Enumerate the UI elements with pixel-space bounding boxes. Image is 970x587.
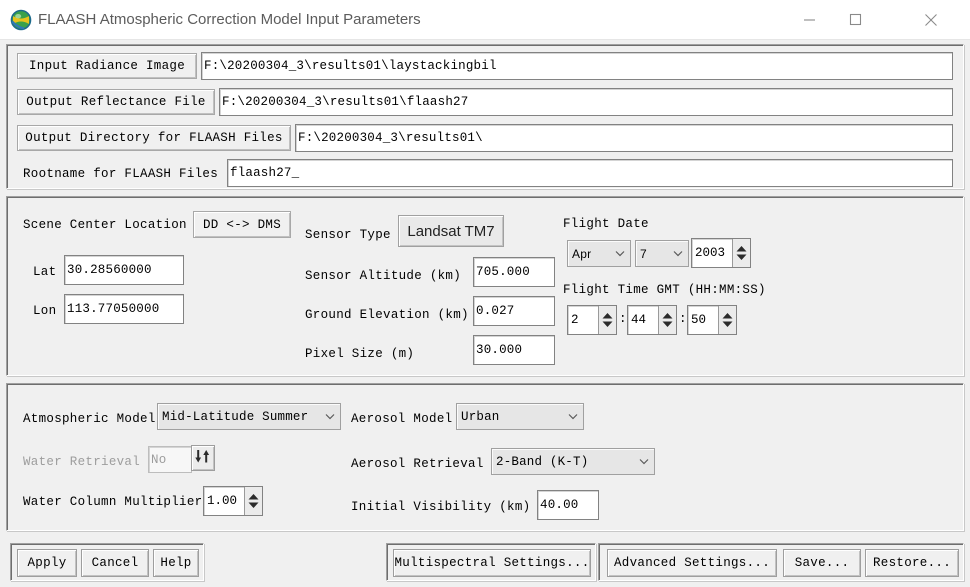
atmospheric-model-dropdown[interactable]: Mid-Latitude Summer — [157, 403, 341, 430]
atmospheric-model-label: Atmospheric Model — [23, 412, 156, 426]
help-button[interactable]: Help — [153, 549, 199, 577]
time-separator-1: : — [619, 312, 627, 326]
advanced-settings-button[interactable]: Advanced Settings... — [607, 549, 777, 577]
ground-elevation-label: Ground Elevation (km) — [305, 308, 469, 322]
water-column-multiplier-label: Water Column Multiplier — [23, 495, 203, 509]
multispectral-settings-button[interactable]: Multispectral Settings... — [393, 549, 591, 577]
aerosol-retrieval-label: Aerosol Retrieval — [351, 457, 484, 471]
initial-visibility-field[interactable]: 40.00 — [537, 490, 599, 520]
window-title: FLAASH Atmospheric Correction Model Inpu… — [38, 11, 421, 28]
chevron-down-icon — [610, 250, 630, 257]
water-retrieval-toggle-button[interactable] — [191, 445, 215, 471]
flight-second-value: 50 — [691, 313, 707, 327]
atmosphere-aerosol-panel: Atmospheric Model Mid-Latitude Summer Wa… — [6, 383, 964, 531]
title-bar: FLAASH Atmospheric Correction Model Inpu… — [0, 0, 970, 40]
lat-label: Lat — [33, 265, 57, 279]
flight-day-dropdown[interactable]: 7 — [635, 240, 689, 267]
aerosol-retrieval-value: 2-Band (K-T) — [496, 454, 589, 469]
flight-date-label: Flight Date — [563, 217, 649, 231]
sensor-altitude-field[interactable]: 705.000 — [473, 257, 555, 287]
lat-field[interactable]: 30.28560000 — [64, 255, 184, 285]
restore-button[interactable]: Restore... — [865, 549, 959, 577]
flight-minute-value: 44 — [631, 313, 647, 327]
sensor-type-label: Sensor Type — [305, 228, 391, 242]
maximize-icon[interactable] — [832, 0, 878, 39]
spinner-up-down-icon[interactable] — [598, 306, 616, 334]
lon-label: Lon — [33, 304, 57, 318]
pixel-size-field[interactable]: 30.000 — [473, 335, 555, 365]
primary-actions-panel: Apply Cancel Help — [10, 543, 204, 581]
atmospheric-model-value: Mid-Latitude Summer — [162, 409, 309, 424]
flaash-globe-icon — [10, 9, 32, 31]
dd-dms-toggle-button[interactable]: DD <-> DMS — [193, 211, 291, 238]
output-reflectance-file-field[interactable]: F:\20200304_3\results01\flaash27 — [219, 88, 953, 116]
lon-field[interactable]: 113.77050000 — [64, 294, 184, 324]
water-column-multiplier-spinner[interactable]: 1.00 — [203, 486, 263, 516]
cancel-button[interactable]: Cancel — [81, 549, 149, 577]
ground-elevation-field[interactable]: 0.027 — [473, 296, 555, 326]
flight-month-value: Apr — [572, 246, 592, 261]
flight-minute-spinner[interactable]: 44 — [627, 305, 677, 335]
initial-visibility-label: Initial Visibility (km) — [351, 500, 531, 514]
spinner-up-down-icon[interactable] — [658, 306, 676, 334]
spinner-up-down-icon[interactable] — [244, 487, 262, 515]
sensor-altitude-label: Sensor Altitude (km) — [305, 269, 462, 283]
scene-center-location-label: Scene Center Location — [23, 218, 187, 232]
flight-month-dropdown[interactable]: Apr — [567, 240, 631, 267]
flight-second-spinner[interactable]: 50 — [687, 305, 737, 335]
water-retrieval-field: No — [148, 446, 192, 473]
multispectral-panel: Multispectral Settings... — [386, 543, 596, 581]
input-radiance-image-button[interactable]: Input Radiance Image — [17, 53, 197, 79]
spinner-up-down-icon[interactable] — [732, 239, 750, 267]
aerosol-model-label: Aerosol Model — [351, 412, 453, 426]
apply-button[interactable]: Apply — [17, 549, 77, 577]
time-separator-2: : — [679, 312, 687, 326]
water-retrieval-label: Water Retrieval — [23, 455, 141, 469]
chevron-down-icon — [320, 413, 340, 420]
water-column-multiplier-value: 1.00 — [207, 494, 238, 508]
rootname-label: Rootname for FLAASH Files — [23, 167, 219, 181]
output-directory-button[interactable]: Output Directory for FLAASH Files — [17, 125, 291, 151]
output-directory-field[interactable]: F:\20200304_3\results01\ — [295, 124, 953, 152]
scene-sensor-panel: Scene Center Location DD <-> DMS Lat 30.… — [6, 196, 964, 376]
flight-hour-spinner[interactable]: 2 — [567, 305, 617, 335]
files-panel: Input Radiance Image F:\20200304_3\resul… — [6, 44, 964, 189]
aerosol-model-value: Urban — [461, 409, 500, 424]
close-icon[interactable] — [908, 0, 954, 39]
rootname-field[interactable]: flaash27_ — [227, 159, 953, 187]
save-button[interactable]: Save... — [783, 549, 861, 577]
aerosol-model-dropdown[interactable]: Urban — [456, 403, 584, 430]
settings-actions-panel: Advanced Settings... Save... Restore... — [598, 543, 964, 581]
chevron-down-icon — [634, 458, 654, 465]
input-radiance-image-field[interactable]: F:\20200304_3\results01\laystackingbil — [201, 52, 953, 80]
aerosol-retrieval-dropdown[interactable]: 2-Band (K-T) — [491, 448, 655, 475]
flight-hour-value: 2 — [571, 313, 579, 327]
sensor-type-button[interactable]: Landsat TM7 — [398, 215, 504, 247]
flight-year-spinner[interactable]: 2003 — [691, 238, 751, 268]
spinner-up-down-icon[interactable] — [718, 306, 736, 334]
flight-day-value: 7 — [640, 246, 647, 261]
flight-time-label: Flight Time GMT (HH:MM:SS) — [563, 283, 766, 297]
output-reflectance-file-button[interactable]: Output Reflectance File — [17, 89, 215, 115]
flight-year-value: 2003 — [695, 246, 726, 260]
chevron-down-icon — [563, 413, 583, 420]
minimize-icon[interactable] — [786, 0, 832, 39]
up-down-arrows-icon — [195, 449, 211, 468]
pixel-size-label: Pixel Size (m) — [305, 347, 415, 361]
chevron-down-icon — [668, 250, 688, 257]
